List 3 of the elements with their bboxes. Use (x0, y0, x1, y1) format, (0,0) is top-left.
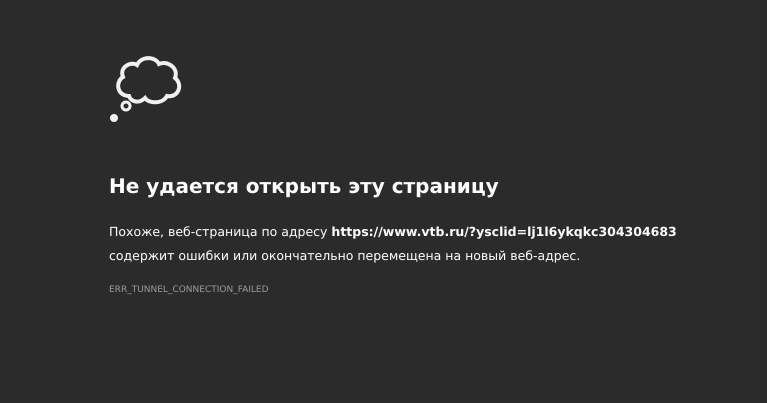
error-message: Похоже, веб-страница по адресу https://www.vtb.ru/?ysclid=lj1l6ykqkc304304683 содержит ошибки или окончательно перемещена на новый веб-адрес. (109, 223, 678, 265)
error-title: Не удается открыть эту страницу (109, 174, 499, 198)
error-code: ERR_TUNNEL_CONNECTION_FAILED (109, 285, 269, 295)
